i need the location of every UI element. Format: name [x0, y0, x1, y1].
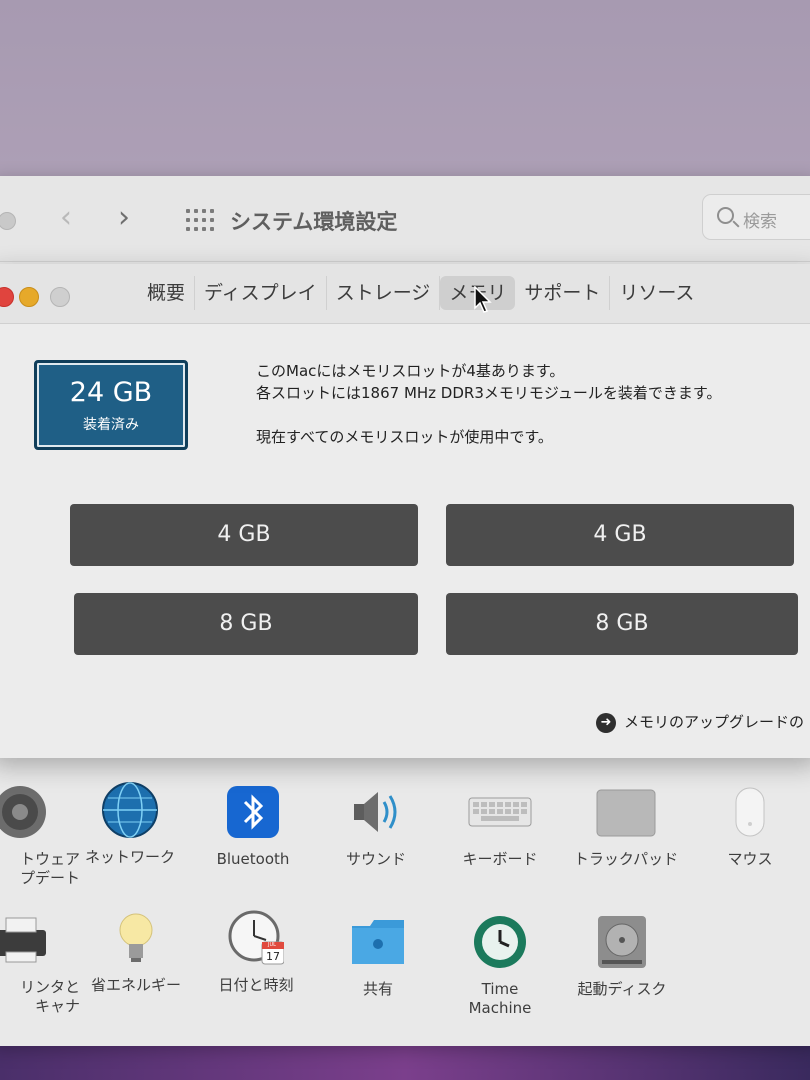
pref-label: サウンド — [345, 850, 406, 868]
calendar-month: JUL — [268, 942, 276, 948]
mouse-icon — [722, 784, 778, 840]
memory-slot: 4 GB — [70, 504, 418, 566]
about-this-mac-window: 概要 ディスプレイ ストレージ メモリ サポート リソース 24 GB 装着済み… — [0, 264, 810, 758]
date-time-icon: JUL 17 — [228, 910, 285, 966]
zoom-button[interactable] — [50, 287, 70, 307]
pref-time-machine[interactable]: Time Machine — [440, 914, 560, 1018]
memory-info-line: 各スロットには1867 MHz DDR3メモリモジュールを装着できます。 — [256, 384, 722, 402]
minimize-button[interactable] — [19, 287, 39, 307]
pref-printers[interactable]: リンタと キャナ — [0, 912, 80, 1016]
pref-bluetooth[interactable]: Bluetooth — [193, 784, 313, 869]
system-preferences-toolbar: ‹ › システム環境設定 検索 — [0, 176, 810, 262]
memory-description: このMacにはメモリスロットが4基あります。 各スロットには1867 MHz D… — [256, 360, 721, 448]
tab-resources[interactable]: リソース — [610, 276, 703, 310]
window-control-dot[interactable] — [0, 212, 16, 230]
time-machine-icon — [472, 914, 528, 970]
search-field[interactable]: 検索 — [702, 194, 810, 240]
memory-upgrade-link[interactable]: ➜ メモリのアップグレードの — [596, 711, 804, 733]
pref-label: マウス — [727, 850, 773, 868]
memory-slot: 4 GB — [446, 504, 794, 566]
calendar-day: 17 — [266, 950, 280, 963]
pref-keyboard[interactable]: キーボード — [440, 784, 560, 869]
mouse-cursor-icon — [474, 286, 492, 313]
pref-label: トラックパッド — [573, 850, 679, 868]
energy-saver-icon — [108, 910, 164, 966]
memory-total-badge: 24 GB 装着済み — [34, 360, 188, 450]
network-icon — [102, 782, 158, 838]
pref-label: 省エネルギー — [90, 976, 181, 994]
arrow-right-icon: ➜ — [596, 712, 616, 733]
pref-trackpad[interactable]: トラックパッド — [566, 784, 686, 869]
pref-mouse[interactable]: マウス — [690, 784, 810, 869]
pref-label: Time Machine — [468, 980, 532, 1017]
show-all-grid-icon[interactable] — [186, 209, 214, 233]
pref-sound[interactable]: サウンド — [316, 784, 436, 869]
software-update-icon — [0, 784, 48, 840]
memory-info-line: このMacにはメモリスロットが4基あります。 — [256, 362, 565, 380]
pref-label: 日付と時刻 — [218, 976, 294, 994]
pref-label: Bluetooth — [216, 850, 290, 868]
window-title: システム環境設定 — [230, 210, 398, 234]
memory-slot: 8 GB — [446, 593, 798, 655]
pref-energy-saver[interactable]: 省エネルギー — [76, 910, 196, 995]
pref-label: トウェア プデート — [19, 850, 80, 887]
tab-display[interactable]: ディスプレイ — [195, 276, 327, 310]
memory-total: 24 GB — [69, 377, 153, 408]
pref-sharing[interactable]: 共有 — [318, 914, 438, 999]
pref-date-time[interactable]: JUL 17 日付と時刻 — [196, 910, 316, 995]
forward-button[interactable]: › — [118, 200, 130, 235]
desktop-wallpaper — [0, 1040, 810, 1080]
back-button[interactable]: ‹ — [60, 200, 72, 235]
memory-slot: 8 GB — [74, 593, 418, 655]
close-button[interactable] — [0, 287, 14, 307]
tab-overview[interactable]: 概要 — [138, 276, 196, 310]
memory-info-line: 現在すべてのメモリスロットが使用中です。 — [256, 428, 553, 446]
pref-startup-disk[interactable]: 起動ディスク — [562, 914, 682, 999]
memory-status: 装着済み — [83, 417, 139, 433]
tab-storage[interactable]: ストレージ — [327, 276, 441, 310]
pref-network[interactable]: ネットワーク — [70, 782, 190, 867]
pref-label: 起動ディスク — [577, 980, 667, 998]
about-titlebar: 概要 ディスプレイ ストレージ メモリ サポート リソース — [0, 264, 810, 324]
search-placeholder: 検索 — [743, 212, 777, 232]
pref-label: リンタと キャナ — [19, 978, 80, 1015]
upgrade-link-label: メモリのアップグレードの — [624, 713, 805, 731]
sharing-icon — [350, 914, 406, 970]
search-icon — [717, 207, 734, 224]
bluetooth-icon — [225, 784, 281, 840]
sound-icon — [348, 784, 404, 840]
pref-label: キーボード — [462, 850, 538, 868]
printer-icon — [0, 912, 48, 968]
pref-software-update[interactable]: トウェア プデート — [0, 784, 80, 888]
tab-bar: 概要 ディスプレイ ストレージ メモリ サポート リソース — [138, 276, 703, 310]
tab-support[interactable]: サポート — [515, 276, 611, 310]
trackpad-icon — [596, 784, 656, 840]
pref-label: 共有 — [362, 980, 393, 998]
pref-label: ネットワーク — [84, 848, 175, 866]
keyboard-icon — [468, 784, 532, 840]
startup-disk-icon — [594, 914, 650, 970]
